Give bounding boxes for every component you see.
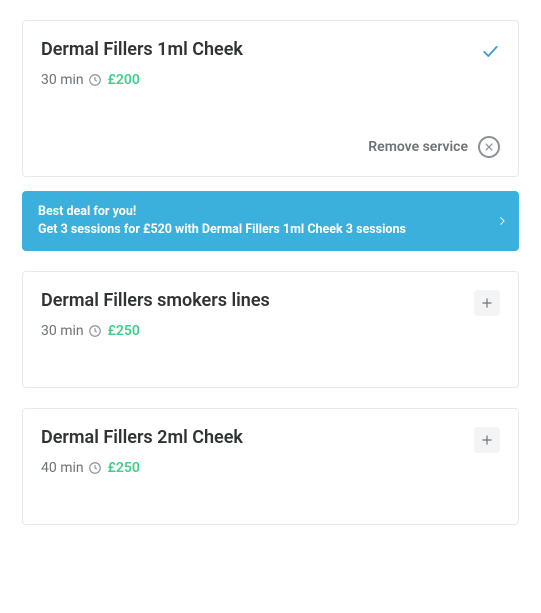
service-price: £200 (108, 72, 140, 88)
add-service-button[interactable] (474, 427, 500, 453)
service-duration: 30 min (41, 72, 84, 88)
service-card-header: Dermal Fillers smokers lines 30 min £250 (41, 290, 500, 339)
service-title: Dermal Fillers 1ml Cheek (41, 39, 243, 60)
service-title: Dermal Fillers smokers lines (41, 290, 270, 311)
clock-icon (88, 73, 102, 87)
bundle-detail: Get 3 sessions for £520 with Dermal Fill… (38, 221, 406, 239)
close-icon (478, 136, 500, 158)
plus-icon (480, 433, 494, 447)
service-meta: 30 min £250 (41, 323, 270, 339)
service-card: Dermal Fillers smokers lines 30 min £250 (22, 271, 519, 388)
remove-service-label: Remove service (368, 139, 468, 155)
plus-icon (480, 296, 494, 310)
service-duration: 40 min (41, 460, 84, 476)
service-meta: 30 min £200 (41, 72, 243, 88)
service-meta: 40 min £250 (41, 460, 243, 476)
service-price: £250 (108, 460, 140, 476)
clock-icon (88, 324, 102, 338)
add-service-button[interactable] (474, 290, 500, 316)
service-card: Dermal Fillers 1ml Cheek 30 min £200 Rem… (22, 20, 519, 177)
service-duration: 30 min (41, 323, 84, 339)
chevron-right-icon (497, 213, 507, 229)
clock-icon (88, 461, 102, 475)
service-card-header: Dermal Fillers 1ml Cheek 30 min £200 (41, 39, 500, 88)
check-icon (480, 41, 500, 61)
service-card: Dermal Fillers 2ml Cheek 40 min £250 (22, 408, 519, 525)
service-info: Dermal Fillers smokers lines 30 min £250 (41, 290, 270, 339)
bundle-headline: Best deal for you! (38, 203, 406, 221)
service-info: Dermal Fillers 1ml Cheek 30 min £200 (41, 39, 243, 88)
service-card-header: Dermal Fillers 2ml Cheek 40 min £250 (41, 427, 500, 476)
service-price: £250 (108, 323, 140, 339)
remove-service-button[interactable]: Remove service (41, 136, 500, 158)
service-info: Dermal Fillers 2ml Cheek 40 min £250 (41, 427, 243, 476)
bundle-banner[interactable]: Best deal for you! Get 3 sessions for £5… (22, 191, 519, 251)
service-title: Dermal Fillers 2ml Cheek (41, 427, 243, 448)
bundle-text: Best deal for you! Get 3 sessions for £5… (38, 203, 406, 239)
